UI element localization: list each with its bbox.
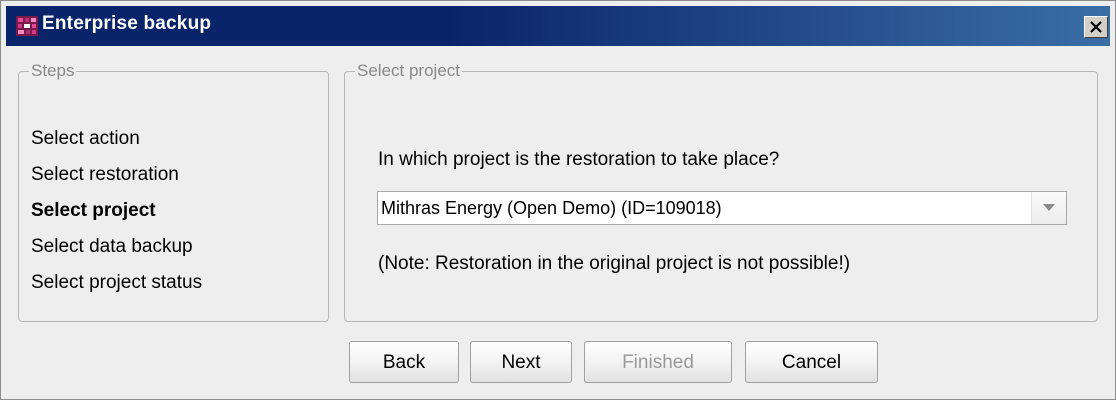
project-select[interactable]: Mithras Energy (Open Demo) (ID=109018)	[377, 191, 1067, 225]
enterprise-backup-dialog: Enterprise backup Steps Select action Se…	[0, 0, 1116, 400]
step-select-restoration: Select restoration	[31, 164, 179, 185]
step-select-project-status: Select project status	[31, 272, 203, 293]
select-project-panel: Select project In which project is the r…	[344, 61, 1098, 322]
project-question: In which project is the restoration to t…	[378, 149, 780, 170]
close-button[interactable]	[1084, 16, 1108, 38]
select-project-legend: Select project	[357, 61, 460, 80]
title-bar[interactable]: Enterprise backup	[6, 6, 1110, 46]
window-title: Enterprise backup	[42, 13, 212, 34]
enterprise-backup-icon	[16, 16, 38, 36]
close-icon	[1090, 21, 1102, 33]
chevron-down-icon	[1043, 204, 1055, 211]
steps-panel: Steps Select action Select restoration S…	[18, 61, 329, 322]
restoration-note: (Note: Restoration in the original proje…	[378, 253, 851, 274]
cancel-button[interactable]: Cancel	[745, 341, 878, 383]
step-select-project: Select project	[31, 200, 156, 221]
back-button[interactable]: Back	[349, 341, 459, 383]
project-select-value: Mithras Energy (Open Demo) (ID=109018)	[381, 198, 722, 218]
steps-legend: Steps	[31, 61, 75, 80]
step-select-action: Select action	[31, 128, 140, 149]
step-list: Select action Select restoration Select …	[31, 121, 202, 301]
step-select-data-backup: Select data backup	[31, 236, 193, 257]
next-button[interactable]: Next	[470, 341, 572, 383]
finished-button[interactable]: Finished	[584, 341, 732, 383]
project-select-arrow[interactable]	[1031, 192, 1066, 224]
